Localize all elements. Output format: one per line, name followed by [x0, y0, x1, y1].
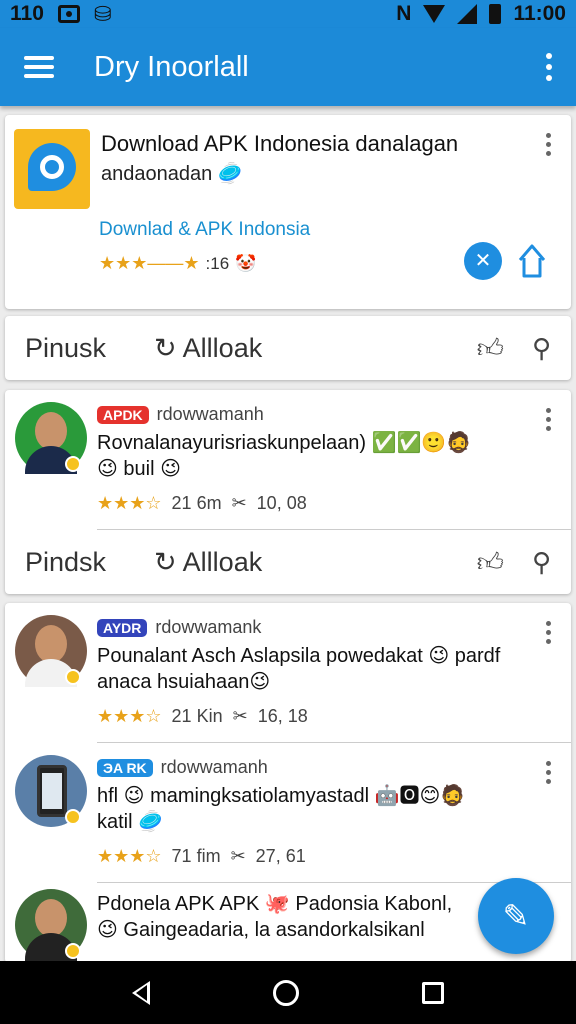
edit-fab-button[interactable]: ✎	[478, 878, 554, 954]
featured-title: Download APK Indonesia danalagan	[101, 131, 459, 156]
menu-icon[interactable]	[24, 56, 54, 78]
recents-icon[interactable]	[422, 981, 445, 1004]
pin-label: Pindsk	[25, 546, 107, 577]
scissors-icon: ✂	[232, 706, 248, 726]
featured-subtitle: andaonadan 🥏	[101, 163, 243, 185]
username[interactable]: rdowwamanh	[157, 404, 264, 425]
avatar[interactable]	[15, 402, 87, 474]
tools-icon[interactable]: ✕	[464, 242, 502, 280]
app-title: Dry Inoorlall	[94, 50, 249, 83]
list-item[interactable]: APDK rdowwamanh Rovnalanayurisriaskunpel…	[5, 390, 571, 530]
rating-stars: ★★★☆	[97, 846, 162, 866]
list-item[interactable]: AYDR rdowwamank Pounalant Asch Aslapsila…	[5, 603, 571, 743]
system-nav-bar	[0, 961, 576, 1024]
divider	[97, 529, 571, 530]
post-text: Pounalant Asch Aslapsila powedakat 😉 par…	[97, 645, 501, 693]
username[interactable]: rdowwamanh	[161, 757, 268, 778]
pin-button[interactable]: Pinusk	[25, 333, 106, 364]
pin-label: Pinusk	[25, 332, 107, 363]
post-text: hfl 😉 mamingksatiolamyastadl 🤖🅾😊🧔 katil …	[97, 785, 466, 833]
share-label: Allloak	[182, 546, 263, 577]
rating-stars: ★★★——★	[99, 253, 200, 273]
post-overflow-icon[interactable]	[546, 408, 552, 431]
post-overflow-icon[interactable]	[546, 621, 552, 644]
tag-badge: APDK	[97, 405, 149, 424]
featured-link[interactable]: Downlad & APK Indonsia	[99, 219, 310, 241]
post-score: 10, 08	[256, 493, 307, 513]
status-time: 11:00	[513, 2, 566, 25]
battery-icon	[489, 4, 502, 24]
post-meta: ★★★☆ 71 fim ✂ 27, 61	[97, 846, 306, 867]
avatar[interactable]	[15, 889, 87, 961]
post-card: APDK rdowwamanh Rovnalanayurisriaskunpel…	[5, 390, 571, 594]
username[interactable]: rdowwamank	[155, 617, 261, 638]
person-icon[interactable]: ⚲	[532, 547, 551, 578]
share-button[interactable]: ↻ Allloak	[154, 547, 262, 578]
scissors-icon: ✂	[231, 493, 247, 513]
redo-arrow-icon: ↻	[154, 332, 177, 363]
status-left-text: 110	[10, 2, 44, 25]
notification-icon: ⛁	[93, 2, 112, 26]
post-score: 27, 61	[255, 846, 306, 866]
avatar[interactable]	[15, 755, 87, 827]
post-text: Pdonela APK APK 🐙 Padonsia Kabonl, 😉 Gai…	[97, 893, 453, 941]
card-overflow-icon[interactable]	[546, 133, 552, 156]
wifi-icon	[423, 5, 446, 23]
post-overflow-icon[interactable]	[546, 761, 552, 784]
post-text: Rovnalanayurisriaskunpelaan) ✅✅🙂🧔 😉 buil…	[97, 432, 472, 480]
app-logo-icon	[14, 129, 90, 209]
tag-badge: AYDR	[97, 618, 148, 637]
screenshot-icon	[57, 5, 80, 23]
nfc-icon: N	[396, 2, 412, 25]
post-score: 16, 18	[257, 706, 308, 726]
featured-app-card[interactable]: Download APK Indonesia danalagan andaona…	[5, 115, 571, 309]
post-count: 71 fim	[171, 846, 221, 866]
tag-badge: ЭA RK	[97, 758, 153, 777]
scissors-icon: ✂	[230, 846, 246, 866]
post-meta: ★★★☆ 21 Kin ✂ 16, 18	[97, 706, 308, 727]
back-icon[interactable]	[131, 980, 150, 1005]
post-count: 21 6m	[171, 493, 222, 513]
signal-icon	[457, 4, 478, 24]
post-meta: ★★★☆ 21 6m ✂ 10, 08	[97, 493, 307, 514]
action-bar: Pindsk ↻ Allloak 👍︎ ⚲	[5, 530, 571, 594]
home-icon[interactable]	[272, 979, 299, 1006]
rating-emoji: 🤡	[235, 253, 257, 273]
redo-arrow-icon: ↻	[154, 546, 177, 577]
person-icon[interactable]: ⚲	[532, 333, 551, 364]
home-outline-icon[interactable]	[517, 242, 547, 280]
rating-text: :16	[205, 253, 230, 273]
thumbs-up-icon[interactable]: 👍︎	[477, 547, 504, 578]
post-count: 21 Kin	[171, 706, 223, 726]
status-bar: 110 ⛁ N 11:00	[0, 0, 576, 28]
disc-emoji: 🥏	[217, 163, 243, 185]
avatar[interactable]	[15, 615, 87, 687]
action-bar: Pinusk ↻ Allloak 👍︎ ⚲	[5, 316, 571, 380]
share-button[interactable]: ↻ Allloak	[154, 333, 262, 364]
rating-stars: ★★★☆	[97, 706, 162, 726]
thumbs-up-icon[interactable]: 👍︎	[477, 333, 504, 364]
rating-stars: ★★★☆	[97, 493, 162, 513]
pin-button[interactable]: Pindsk	[25, 547, 106, 578]
list-item[interactable]: ЭA RK rdowwamanh hfl 😉 mamingksatiolamya…	[5, 743, 571, 883]
pencil-icon: ✎	[502, 898, 530, 934]
overflow-menu-icon[interactable]	[546, 53, 552, 81]
featured-rating: ★★★——★ :16 🤡	[99, 253, 256, 274]
share-label: Allloak	[182, 332, 263, 363]
app-bar: Dry Inoorlall	[0, 28, 576, 106]
